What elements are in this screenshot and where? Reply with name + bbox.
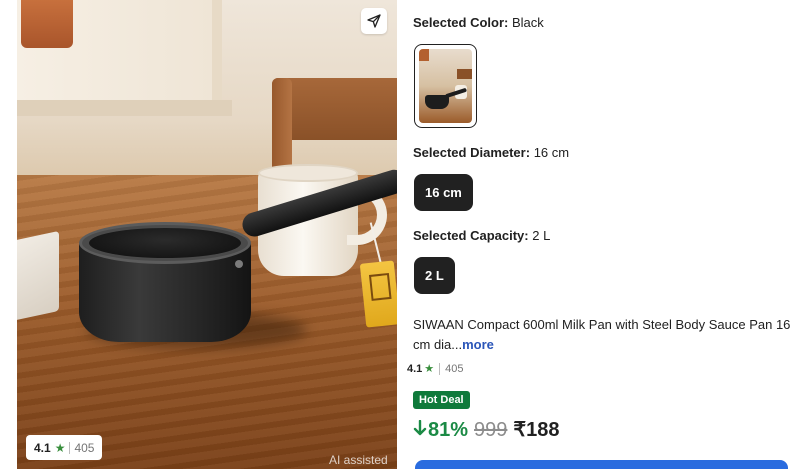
product-image[interactable]: 4.1 ★ 405 AI assisted	[17, 0, 397, 469]
arrow-down-icon	[413, 420, 427, 436]
buy-now-button[interactable]	[415, 460, 788, 469]
image-flowerpot	[21, 0, 73, 48]
selected-capacity-value: 2 L	[532, 228, 551, 243]
image-mug-rim	[258, 164, 358, 182]
more-link[interactable]: more	[462, 337, 494, 352]
image-rating-count: 405	[74, 440, 95, 455]
ai-assisted-label: AI assisted	[329, 453, 388, 467]
hot-deal-badge: Hot Deal	[413, 391, 470, 409]
color-swatch-thumbnail	[419, 49, 472, 123]
product-title: SIWAAN Compact 600ml Milk Pan with Steel…	[413, 315, 793, 355]
price-row: 81% 999 ₹188	[413, 417, 560, 442]
selected-capacity-label: Selected Capacity: 2 L	[413, 228, 550, 243]
selected-diameter-key: Selected Diameter:	[413, 145, 531, 160]
image-rating-badge: 4.1 ★ 405	[26, 435, 103, 460]
image-tea-tag	[359, 260, 397, 328]
image-pan-rivet	[235, 260, 243, 268]
star-icon: ★	[424, 363, 435, 375]
send-icon	[367, 14, 381, 28]
sale-price: ₹188	[513, 419, 560, 441]
share-button[interactable]	[361, 8, 387, 34]
image-rating-value: 4.1	[34, 440, 51, 455]
product-rating-value: 4.1	[407, 362, 423, 375]
rating-separator	[69, 441, 71, 454]
color-swatch-black[interactable]	[414, 44, 477, 128]
selected-capacity-key: Selected Capacity:	[413, 228, 529, 243]
original-price: 999	[474, 419, 508, 441]
image-pan-inside	[89, 228, 241, 258]
selected-diameter-label: Selected Diameter: 16 cm	[413, 145, 569, 160]
selected-color-label: Selected Color: Black	[413, 15, 544, 30]
product-rating[interactable]: 4.1 ★ 405	[407, 362, 464, 375]
image-window-sill	[17, 100, 232, 116]
discount-percent: 81%	[428, 419, 469, 441]
selected-color-value: Black	[511, 15, 544, 30]
rating-separator	[439, 362, 441, 375]
selected-color-key: Selected Color:	[413, 15, 509, 30]
star-icon: ★	[54, 440, 66, 455]
diameter-option-16cm[interactable]: 16 cm	[414, 174, 473, 211]
capacity-option-2l[interactable]: 2 L	[414, 257, 455, 294]
thumbnail-chair	[457, 69, 472, 79]
image-napkin	[17, 230, 59, 322]
discount: 81%	[413, 419, 468, 442]
thumbnail-flowerpot	[419, 49, 429, 61]
product-details: Selected Color: Black Selected Diameter:…	[407, 0, 800, 469]
selected-diameter-value: 16 cm	[533, 145, 570, 160]
product-rating-count: 405	[445, 362, 464, 375]
